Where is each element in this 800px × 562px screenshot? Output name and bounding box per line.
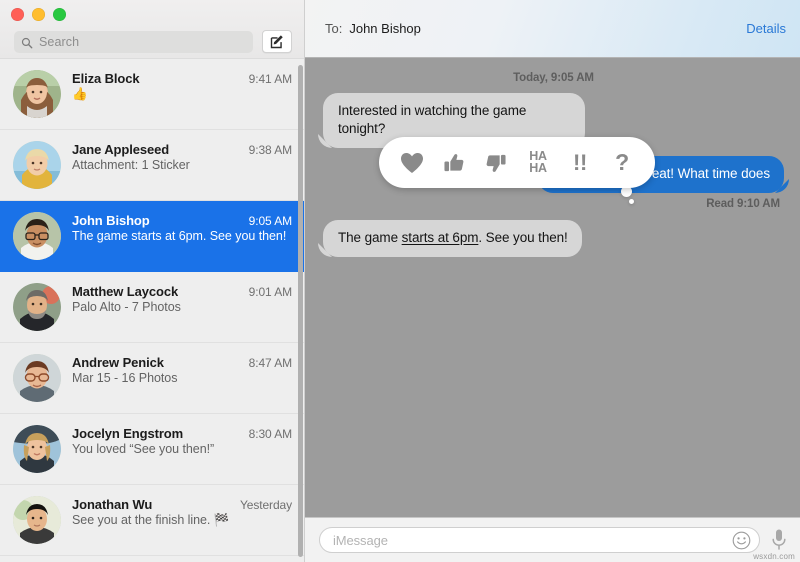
message-time: 8:47 AM bbox=[249, 356, 292, 370]
microphone-icon[interactable] bbox=[770, 528, 788, 552]
imessage-input[interactable]: iMessage bbox=[319, 527, 760, 553]
message-preview: The game starts at 6pm. See you then! bbox=[72, 229, 292, 245]
close-button[interactable] bbox=[11, 8, 24, 21]
contact-name: Matthew Laycock bbox=[72, 284, 178, 299]
window-titlebar: Search bbox=[0, 0, 304, 58]
message-time: Yesterday bbox=[240, 498, 292, 512]
avatar bbox=[13, 496, 61, 544]
contact-name: Jonathan Wu bbox=[72, 497, 152, 512]
avatar bbox=[13, 70, 61, 118]
message-time: 9:05 AM bbox=[249, 214, 292, 228]
watermark: wsxdn.com bbox=[753, 552, 795, 561]
tapback-question-icon[interactable]: ? bbox=[608, 148, 636, 178]
compose-pencil-icon bbox=[270, 34, 285, 49]
contact-name: Andrew Penick bbox=[72, 355, 164, 370]
conversation-list[interactable]: Eliza Block 9:41 AM 👍 bbox=[0, 58, 304, 562]
list-item-body: Jane Appleseed 9:38 AM Attachment: 1 Sti… bbox=[72, 141, 292, 174]
tapback-thumbs-down-icon[interactable] bbox=[482, 148, 510, 178]
search-placeholder: Search bbox=[39, 35, 79, 49]
message-bubble-incoming[interactable]: The game starts at 6pm. See you then! bbox=[323, 220, 582, 257]
tapback-thumbs-up-icon[interactable] bbox=[440, 148, 468, 178]
compose-bar: iMessage wsxdn.com bbox=[305, 517, 800, 562]
minimize-button[interactable] bbox=[32, 8, 45, 21]
message-time: 9:41 AM bbox=[249, 72, 292, 86]
avatar bbox=[13, 425, 61, 473]
contact-name: Jocelyn Engstrom bbox=[72, 426, 183, 441]
details-button[interactable]: Details bbox=[746, 21, 786, 36]
contact-name: Eliza Block bbox=[72, 71, 140, 86]
message-preview: Attachment: 1 Sticker bbox=[72, 158, 292, 174]
message-preview: Palo Alto - 7 Photos bbox=[72, 300, 292, 316]
list-item-body: John Bishop 9:05 AM The game starts at 6… bbox=[72, 212, 292, 245]
message-text-after: . See you then! bbox=[478, 230, 567, 245]
conversations-sidebar: Search bbox=[0, 0, 305, 562]
conversation-pane: To: John Bishop Details Today, 9:05 AM I… bbox=[305, 0, 800, 562]
message-preview: You loved “See you then!” bbox=[72, 442, 292, 458]
list-item-selected[interactable]: John Bishop 9:05 AM The game starts at 6… bbox=[0, 201, 304, 272]
detected-date-link[interactable]: starts at 6pm bbox=[402, 230, 479, 245]
new-message-button[interactable] bbox=[262, 30, 292, 53]
list-item[interactable]: Matthew Laycock 9:01 AM Palo Alto - 7 Ph… bbox=[0, 272, 304, 343]
message-time: 9:38 AM bbox=[249, 143, 292, 157]
smiley-face-icon[interactable] bbox=[732, 531, 751, 550]
list-item-body: Eliza Block 9:41 AM 👍 bbox=[72, 70, 292, 103]
read-receipt: Read 9:10 AM bbox=[323, 198, 780, 210]
list-item-body: Matthew Laycock 9:01 AM Palo Alto - 7 Ph… bbox=[72, 283, 292, 316]
list-item[interactable]: Eliza Block 9:41 AM 👍 bbox=[0, 59, 304, 130]
tapback-haha-label: HAHA bbox=[529, 151, 546, 174]
message-time: 8:30 AM bbox=[249, 427, 292, 441]
conversation-header: To: John Bishop Details bbox=[305, 0, 800, 58]
day-timestamp: Today, 9:05 AM bbox=[323, 72, 784, 84]
message-transcript: Today, 9:05 AM Interested in watching th… bbox=[305, 58, 800, 517]
search-input[interactable]: Search bbox=[14, 31, 253, 53]
avatar bbox=[13, 354, 61, 402]
avatar bbox=[13, 212, 61, 260]
recipient-name[interactable]: John Bishop bbox=[349, 21, 421, 36]
tapback-tail-small bbox=[629, 199, 634, 204]
list-item-body: Jonathan Wu Yesterday See you at the fin… bbox=[72, 496, 292, 529]
avatar bbox=[13, 283, 61, 331]
message-row-incoming: The game starts at 6pm. See you then! bbox=[323, 220, 784, 257]
tapback-question-label: ? bbox=[615, 151, 629, 174]
messages-window: Search bbox=[0, 0, 800, 562]
list-item[interactable]: Jocelyn Engstrom 8:30 AM You loved “See … bbox=[0, 414, 304, 485]
tapback-exclamation-icon[interactable]: !! bbox=[566, 148, 594, 178]
message-time: 9:01 AM bbox=[249, 285, 292, 299]
imessage-placeholder: iMessage bbox=[333, 533, 732, 548]
message-preview: Mar 15 - 16 Photos bbox=[72, 371, 292, 387]
list-item[interactable]: Jane Appleseed 9:38 AM Attachment: 1 Sti… bbox=[0, 130, 304, 201]
list-item-body: Andrew Penick 8:47 AM Mar 15 - 16 Photos bbox=[72, 354, 292, 387]
to-label: To: bbox=[325, 21, 342, 36]
tapback-exclamation-label: !! bbox=[573, 152, 587, 174]
message-preview: 👍 bbox=[72, 87, 292, 103]
sidebar-scrollbar[interactable] bbox=[297, 59, 304, 562]
tapback-haha-icon[interactable]: HAHA bbox=[524, 148, 552, 178]
zoom-button[interactable] bbox=[53, 8, 66, 21]
tapback-popup[interactable]: HAHA !! ? bbox=[379, 137, 655, 188]
traffic-lights bbox=[11, 8, 66, 21]
sidebar-toolbar: Search bbox=[14, 30, 292, 53]
list-item[interactable]: Jonathan Wu Yesterday See you at the fin… bbox=[0, 485, 304, 556]
tapback-heart-icon[interactable] bbox=[398, 148, 426, 178]
scrollbar-thumb[interactable] bbox=[298, 65, 303, 557]
message-text-before: The game bbox=[338, 230, 402, 245]
contact-name: John Bishop bbox=[72, 213, 150, 228]
contact-name: Jane Appleseed bbox=[72, 142, 169, 157]
message-preview: See you at the finish line. 🏁 bbox=[72, 513, 292, 529]
list-item[interactable]: Andrew Penick 8:47 AM Mar 15 - 16 Photos bbox=[0, 343, 304, 414]
list-item-body: Jocelyn Engstrom 8:30 AM You loved “See … bbox=[72, 425, 292, 458]
avatar bbox=[13, 141, 61, 189]
search-icon bbox=[21, 36, 33, 48]
